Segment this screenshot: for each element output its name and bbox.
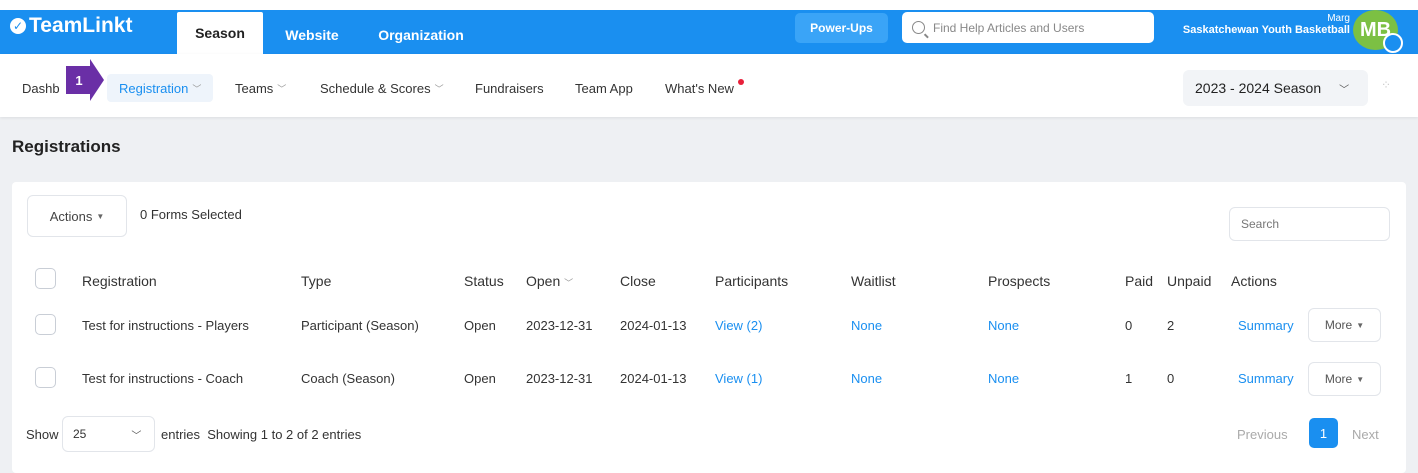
- chevron-down-icon: ﹀: [192, 83, 202, 94]
- chevron-down-icon: ﹀: [434, 83, 444, 94]
- row-waitlist-link[interactable]: None: [851, 318, 882, 333]
- nav-dashboard[interactable]: Dashb: [22, 74, 60, 102]
- nav-teams-label: Teams: [235, 80, 274, 96]
- caret-down-icon: ▼: [1356, 320, 1365, 330]
- step-1-arrow-icon: [90, 59, 104, 101]
- row-close-date: 2024-01-13: [620, 371, 687, 386]
- actions-dropdown-button[interactable]: Actions ▼: [27, 195, 127, 237]
- tab-website[interactable]: Website: [272, 16, 352, 54]
- table-search-placeholder: Search: [1241, 217, 1280, 231]
- row-participants-link[interactable]: View (1): [715, 371, 762, 386]
- header-registration[interactable]: Registration: [82, 273, 157, 289]
- header-actions: Actions: [1231, 273, 1277, 289]
- nav-fundraisers[interactable]: Fundraisers: [475, 74, 544, 102]
- help-search-placeholder: Find Help Articles and Users: [933, 20, 1085, 35]
- brand-logo[interactable]: ✓ TeamLinkt: [10, 14, 132, 38]
- header-prospects[interactable]: Prospects: [988, 273, 1050, 289]
- previous-page-button[interactable]: Previous: [1237, 427, 1288, 442]
- notification-dot-icon: [737, 79, 744, 85]
- row-unpaid: 2: [1167, 318, 1175, 333]
- row-open-date: 2023-12-31: [526, 371, 593, 386]
- apps-dots-icon[interactable]: ⁘: [1381, 78, 1397, 92]
- row-status: Open: [464, 371, 496, 386]
- more-label: More: [1324, 372, 1353, 386]
- row-type: Coach (Season): [301, 371, 395, 386]
- caret-down-icon: ▼: [1356, 374, 1365, 384]
- header-participants[interactable]: Participants: [715, 273, 788, 289]
- nav-whats-new-label: What's New: [665, 80, 734, 96]
- next-page-button[interactable]: Next: [1352, 427, 1379, 442]
- search-icon: [912, 21, 925, 34]
- row-participants-link[interactable]: View (2): [715, 318, 762, 333]
- row-registration-name: Test for instructions - Players: [82, 318, 249, 333]
- user-info[interactable]: Marg Saskatchewan Youth Basketball: [1183, 13, 1350, 36]
- header-unpaid[interactable]: Unpaid: [1167, 273, 1211, 289]
- nav-teams[interactable]: Teams ﹀: [235, 74, 286, 102]
- more-label: More: [1324, 318, 1353, 332]
- row-checkbox[interactable]: [35, 367, 56, 388]
- row-waitlist-link[interactable]: None: [851, 371, 882, 386]
- user-org: Saskatchewan Youth Basketball: [1182, 24, 1350, 36]
- showing-info: Showing 1 to 2 of 2 entries: [207, 427, 362, 442]
- row-summary-link[interactable]: Summary: [1238, 318, 1294, 333]
- actions-label: Actions: [49, 208, 93, 224]
- nav-whats-new[interactable]: What's New: [665, 74, 744, 102]
- tab-season[interactable]: Season: [177, 12, 263, 54]
- row-paid: 0: [1125, 318, 1133, 333]
- row-paid: 1: [1125, 371, 1133, 386]
- caret-down-icon: ▼: [96, 211, 105, 221]
- header-close[interactable]: Close: [620, 273, 656, 289]
- page-size-value: 25: [73, 427, 87, 441]
- header-open[interactable]: Open ﹀: [526, 273, 573, 289]
- brand-name: TeamLinkt: [29, 14, 133, 37]
- season-select-value: 2023 - 2024 Season: [1195, 80, 1322, 96]
- select-all-checkbox[interactable]: [35, 268, 56, 289]
- entries-label: entries: [161, 427, 201, 442]
- forms-selected-count: 0 Forms Selected: [140, 207, 242, 222]
- row-type: Participant (Season): [301, 318, 419, 333]
- avatar-badge-icon: [1383, 33, 1403, 53]
- user-first-name: Marg: [1327, 13, 1350, 24]
- header-waitlist[interactable]: Waitlist: [851, 273, 896, 289]
- top-strip: [0, 0, 1418, 10]
- chevron-down-icon: ﹀: [277, 83, 287, 94]
- row-more-button[interactable]: More ▼: [1308, 362, 1381, 396]
- chevron-down-icon: ﹀: [1339, 84, 1350, 96]
- row-summary-link[interactable]: Summary: [1238, 371, 1294, 386]
- nav-team-app[interactable]: Team App: [575, 74, 633, 102]
- row-prospects-link[interactable]: None: [988, 318, 1019, 333]
- nav-registration-label: Registration: [119, 80, 189, 96]
- row-status: Open: [464, 318, 496, 333]
- season-select[interactable]: 2023 - 2024 Season ﹀: [1183, 70, 1368, 106]
- row-close-date: 2024-01-13: [620, 318, 687, 333]
- tab-organization[interactable]: Organization: [366, 16, 476, 54]
- nav-schedule-scores[interactable]: Schedule & Scores ﹀: [320, 74, 444, 102]
- page-size-select[interactable]: 25 ﹀: [62, 416, 155, 452]
- row-checkbox[interactable]: [35, 314, 56, 335]
- page-1-button[interactable]: 1: [1309, 418, 1338, 448]
- show-label: Show: [26, 427, 59, 442]
- chevron-down-icon: ﹀: [131, 430, 142, 442]
- help-search-input[interactable]: Find Help Articles and Users: [902, 12, 1154, 43]
- chevron-down-icon: ﹀: [564, 278, 574, 288]
- row-registration-name: Test for instructions - Coach: [82, 371, 244, 386]
- check-icon: ✓: [10, 18, 26, 34]
- step-1-marker: 1: [66, 66, 92, 94]
- entries-info: entries Showing 1 to 2 of 2 entries: [161, 427, 361, 442]
- row-unpaid: 0: [1167, 371, 1175, 386]
- nav-schedule-label: Schedule & Scores: [320, 80, 431, 96]
- power-ups-button[interactable]: Power-Ups: [795, 13, 888, 43]
- header-type[interactable]: Type: [301, 273, 331, 289]
- header-paid[interactable]: Paid: [1125, 273, 1153, 289]
- row-more-button[interactable]: More ▼: [1308, 308, 1381, 342]
- table-search-input[interactable]: Search: [1229, 207, 1390, 241]
- header-open-label: Open: [526, 273, 561, 289]
- nav-registration[interactable]: Registration ﹀: [107, 74, 214, 102]
- row-open-date: 2023-12-31: [526, 318, 593, 333]
- row-prospects-link[interactable]: None: [988, 371, 1019, 386]
- header-status[interactable]: Status: [464, 273, 504, 289]
- page-title: Registrations: [12, 137, 121, 156]
